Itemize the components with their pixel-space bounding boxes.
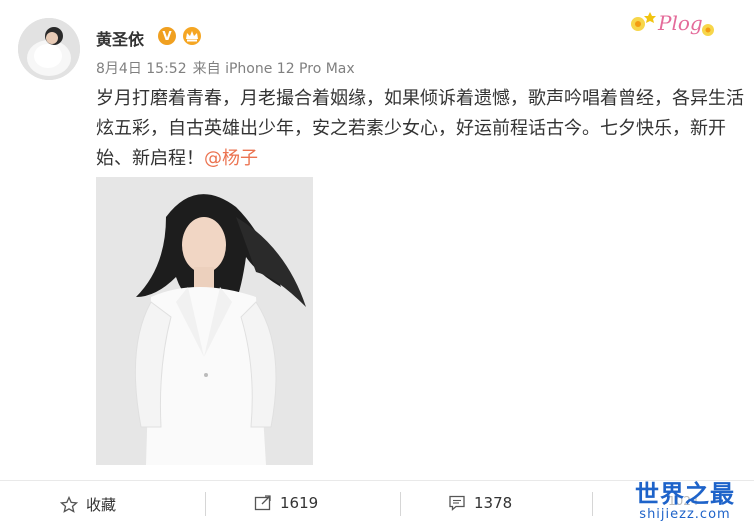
post-date[interactable]: 8月4日 15:52 <box>96 61 187 77</box>
watermark: 世界之最 shijiezz.com <box>624 474 746 522</box>
username[interactable]: 黄圣依 <box>96 26 144 50</box>
source-prefix: 来自 <box>192 61 221 77</box>
repost-button[interactable]: 1619 <box>254 494 318 512</box>
vip-badge-icon: V <box>158 27 176 45</box>
plog-badge-icon: Plog <box>631 11 714 36</box>
avatar[interactable] <box>18 18 80 80</box>
comment-icon <box>449 495 465 511</box>
comment-count: 1378 <box>474 494 513 512</box>
post-image[interactable] <box>96 177 313 465</box>
post-text: 岁月打磨着青春，月老撮合着姻缘，如果倾诉着遗憾，歌声吟唱着曾经，各异生活炫五彩，… <box>96 84 746 174</box>
crown-icon <box>183 27 201 45</box>
post-meta: 8月4日 15:52 来自 iPhone 12 Pro Max <box>96 58 361 78</box>
star-icon <box>60 495 78 513</box>
repost-icon <box>254 495 271 511</box>
favorite-label: 收藏 <box>86 496 117 514</box>
comment-button[interactable]: 1378 <box>448 494 512 512</box>
watermark-main: 世界之最 <box>635 480 735 508</box>
favorite-button[interactable]: 收藏 <box>60 494 116 515</box>
footer-separator <box>592 492 593 516</box>
footer-separator <box>400 492 401 516</box>
mention-link[interactable]: @杨子 <box>204 148 258 169</box>
plog-text: Plog <box>657 11 703 35</box>
watermark-url: shijiezz.com <box>639 507 731 522</box>
footer-separator <box>205 492 206 516</box>
post-source: iPhone 12 Pro Max <box>225 61 355 77</box>
post-body: 岁月打磨着青春，月老撮合着姻缘，如果倾诉着遗憾，歌声吟唱着曾经，各异生活炫五彩，… <box>96 88 744 169</box>
repost-count: 1619 <box>280 494 319 512</box>
